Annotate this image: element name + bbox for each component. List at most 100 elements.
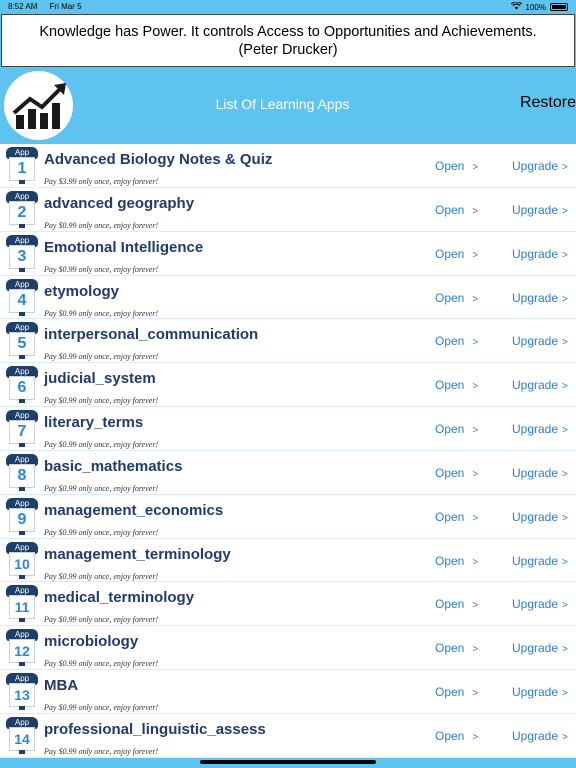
open-button[interactable]: Open > [435, 203, 478, 217]
open-button[interactable]: Open > [435, 510, 478, 524]
app-price: Pay $0.99 only once, enjoy forever! [44, 308, 159, 318]
upgrade-button[interactable]: Upgrade > [512, 466, 568, 480]
upgrade-button[interactable]: Upgrade > [512, 729, 568, 743]
app-number: 9 [9, 507, 35, 532]
chevron-right-icon: > [472, 205, 479, 217]
upgrade-label: Upgrade [512, 641, 559, 656]
home-indicator[interactable] [200, 760, 376, 764]
app-price: Pay $0.99 only once, enjoy forever! [44, 571, 159, 581]
chevron-right-icon: > [562, 425, 568, 437]
chevron-right-icon: > [472, 249, 479, 261]
upgrade-button[interactable]: Upgrade > [512, 597, 568, 611]
open-label: Open [435, 465, 465, 480]
open-label: Open [435, 159, 465, 173]
upgrade-label: Upgrade [512, 290, 559, 305]
app-number: 14 [9, 726, 35, 751]
app-price: Pay $0.99 only once, enjoy forever! [44, 483, 159, 493]
upgrade-button[interactable]: Upgrade > [512, 685, 568, 699]
list-item: App 3 Emotional Intelligence Pay $0.99 only… [0, 232, 576, 276]
open-button[interactable]: Open > [435, 466, 478, 480]
open-button[interactable]: Open > [435, 159, 478, 173]
app-badge-icon: App 8 [6, 453, 38, 491]
list-item: App 14 professional_linguistic_assess Pay $… [0, 714, 576, 758]
restore-button[interactable]: Restore [520, 94, 576, 112]
upgrade-button[interactable]: Upgrade > [512, 378, 568, 392]
battery-percent: 100% [525, 2, 546, 12]
upgrade-button[interactable]: Upgrade > [512, 334, 568, 348]
app-badge-icon: App 10 [6, 541, 38, 579]
open-label: Open [435, 597, 465, 612]
open-button[interactable]: Open > [435, 291, 478, 305]
app-number: 8 [9, 463, 35, 488]
list-item: App 4 etymology Pay $0.99 only once, enjoy … [0, 276, 576, 320]
app-name: literary_terms [44, 414, 144, 432]
quote-text: Knowledge has Power. It controls Access … [39, 23, 537, 40]
app-price: Pay $0.99 only once, enjoy forever! [44, 396, 159, 406]
app-price: Pay $3.99 only once, enjoy forever! [44, 177, 159, 186]
app-price: Pay $0.99 only once, enjoy forever! [44, 220, 159, 230]
upgrade-button[interactable]: Upgrade > [512, 510, 568, 524]
open-button[interactable]: Open > [435, 729, 478, 743]
app-badge-icon: App 4 [6, 278, 38, 316]
upgrade-label: Upgrade [512, 422, 559, 437]
open-label: Open [435, 509, 465, 524]
open-label: Open [435, 290, 465, 305]
app-name: management_terminology [44, 545, 231, 563]
page-title: List Of Learning Apps [215, 96, 350, 112]
open-button[interactable]: Open > [435, 247, 478, 261]
chevron-right-icon: > [562, 337, 568, 349]
chevron-right-icon: > [562, 556, 568, 568]
chevron-right-icon: > [562, 293, 568, 305]
quote-author: (Peter Drucker) [238, 41, 338, 58]
open-button[interactable]: Open > [435, 422, 478, 436]
app-number: 2 [9, 200, 35, 225]
list-item: App 11 medical_terminology Pay $0.99 only o… [0, 582, 576, 627]
app-badge-icon: App 6 [6, 366, 38, 404]
chevron-right-icon: > [472, 688, 479, 700]
app-badge-icon: App 7 [6, 410, 38, 448]
upgrade-button[interactable]: Upgrade > [512, 422, 568, 436]
app-badge-icon: App 11 [6, 585, 38, 623]
list-item: App 2 advanced geography Pay $0.99 only onc… [0, 188, 576, 232]
upgrade-button[interactable]: Upgrade > [512, 641, 568, 655]
upgrade-label: Upgrade [512, 597, 559, 612]
upgrade-button[interactable]: Upgrade > [512, 291, 568, 305]
open-label: Open [435, 422, 465, 437]
app-price: Pay $0.99 only once, enjoy forever! [44, 703, 159, 713]
open-button[interactable]: Open > [435, 334, 478, 348]
chevron-right-icon: > [562, 205, 568, 217]
app-name: professional_linguistic_assess [44, 720, 266, 738]
app-price: Pay $0.99 only once, enjoy forever! [44, 527, 159, 537]
upgrade-button[interactable]: Upgrade > [512, 554, 568, 568]
app-list: App 1 Advanced Biology Notes & Quiz Pay $3.… [0, 144, 576, 758]
app-number: 7 [9, 420, 35, 445]
open-button[interactable]: Open > [435, 378, 478, 392]
upgrade-label: Upgrade [512, 159, 559, 173]
upgrade-button[interactable]: Upgrade > [512, 159, 568, 173]
chevron-right-icon: > [562, 468, 568, 480]
list-item: App 1 Advanced Biology Notes & Quiz Pay $3.… [0, 144, 576, 188]
chevron-right-icon: > [472, 731, 479, 743]
open-label: Open [435, 685, 465, 700]
app-name: judicial_system [44, 370, 156, 388]
upgrade-label: Upgrade [512, 334, 559, 349]
app-name: etymology [44, 282, 120, 300]
upgrade-button[interactable]: Upgrade > [512, 203, 568, 217]
app-badge-icon: App 14 [6, 716, 38, 754]
chevron-right-icon: > [472, 468, 479, 480]
upgrade-label: Upgrade [512, 685, 559, 700]
upgrade-label: Upgrade [512, 553, 559, 568]
app-name: Advanced Biology Notes & Quiz [44, 151, 273, 168]
upgrade-label: Upgrade [512, 246, 559, 261]
upgrade-button[interactable]: Upgrade > [512, 247, 568, 261]
app-badge-icon: App 13 [6, 673, 38, 711]
open-button[interactable]: Open > [435, 554, 478, 568]
app-name: management_economics [44, 501, 224, 519]
chevron-right-icon: > [472, 162, 479, 173]
open-button[interactable]: Open > [435, 685, 478, 699]
wifi-icon [510, 1, 522, 12]
open-button[interactable]: Open > [435, 597, 478, 611]
chevron-right-icon: > [562, 731, 568, 743]
app-badge-icon: App 2 [6, 190, 38, 228]
open-button[interactable]: Open > [435, 641, 478, 655]
